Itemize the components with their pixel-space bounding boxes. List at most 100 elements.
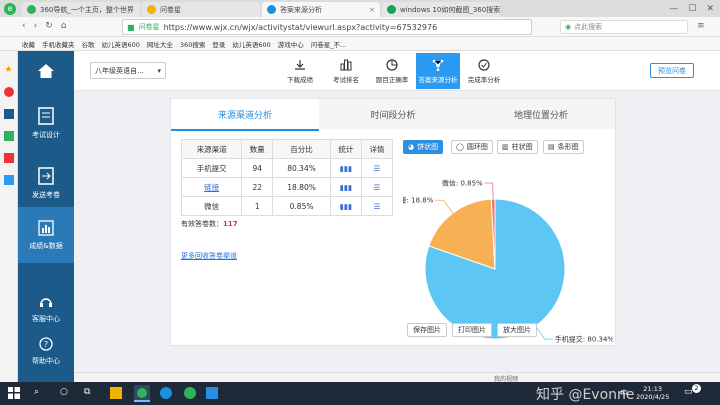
table-row: 微信 1 0.85% ▮▮▮ ☰ <box>180 196 394 216</box>
nav-help-center[interactable]: ? 帮助中心 <box>18 331 74 371</box>
input-language[interactable]: 中 <box>620 388 628 399</box>
more-channels-link[interactable]: 更多回收答卷渠道 <box>181 251 237 261</box>
nav-results-data[interactable]: 成绩&数据 <box>18 207 74 263</box>
stats-chart-icon[interactable]: ▮▮▮ <box>340 202 352 211</box>
details-cell: ☰ <box>360 158 394 178</box>
left-nav: 考试设计 发送考卷 成绩&数据 客服中心 ? 帮助中心 <box>18 51 74 382</box>
home-icon[interactable]: ⌂ <box>61 21 67 31</box>
close-window-icon[interactable]: ✕ <box>706 4 714 14</box>
print-image-button[interactable]: 打印图片 <box>452 323 492 337</box>
search-box[interactable]: ◉ 点此搜索 <box>560 20 688 34</box>
nav-customer-service[interactable]: 客服中心 <box>18 289 74 329</box>
survey-select[interactable]: 八年级英语自... ▾ <box>90 62 166 79</box>
table-row: 手机提交 94 80.34% ▮▮▮ ☰ <box>180 158 394 178</box>
count-cell: 94 <box>241 158 274 178</box>
home-nav-button[interactable] <box>18 51 74 91</box>
bookmark-item[interactable]: 收藏 <box>22 39 35 49</box>
save-image-button[interactable]: 保存图片 <box>407 323 447 337</box>
send-document-icon <box>38 166 54 185</box>
details-list-icon[interactable]: ☰ <box>374 164 381 173</box>
forward-icon[interactable]: › <box>34 21 38 31</box>
tool-question-accuracy[interactable]: 题目正确率 <box>370 53 414 89</box>
taskbar-app-browser[interactable] <box>134 385 150 402</box>
document-edit-icon <box>38 106 54 125</box>
secure-icon: ■ <box>127 22 135 32</box>
tab-location-analysis[interactable]: 地理位置分析 <box>467 99 615 129</box>
bookmark-item[interactable]: 问卷星_不... <box>311 39 346 49</box>
refresh-icon[interactable]: ↻ <box>45 21 53 31</box>
analysis-panel: 来源渠道分析 时间段分析 地理位置分析 来源渠道 数量 百分比 统计 详情 手机… <box>170 98 616 346</box>
stats-cell: ▮▮▮ <box>329 177 362 197</box>
url-bar[interactable]: ■ 问卷星 https://www.wjx.cn/wjx/activitysta… <box>122 19 532 35</box>
back-icon[interactable]: ‹ <box>22 21 26 31</box>
tab-time-analysis[interactable]: 时间段分析 <box>319 99 467 129</box>
tool-exam-ranking[interactable]: 考试排名 <box>324 53 368 89</box>
file-explorer-icon[interactable] <box>110 387 122 399</box>
tab-close-icon[interactable]: × <box>369 6 375 14</box>
tab-favicon-icon <box>147 5 156 14</box>
bookmark-item[interactable]: 幼儿英语600 <box>102 39 140 49</box>
windows-start-icon[interactable] <box>8 387 20 399</box>
pie-label-line <box>484 182 494 200</box>
task-view-icon[interactable]: ⧉ <box>84 387 90 397</box>
table-row: 链接 22 18.80% ▮▮▮ ☰ <box>180 177 394 197</box>
nav-send-exam[interactable]: 发送考卷 <box>18 156 74 210</box>
maximize-icon[interactable]: ☐ <box>688 4 696 14</box>
browser-tab[interactable]: 问卷星 <box>142 2 260 17</box>
details-list-icon[interactable]: ☰ <box>374 183 381 192</box>
tool-answer-source[interactable]: 答案来源分析 <box>416 53 460 89</box>
bookmark-item[interactable]: 手机收藏夹 <box>42 39 75 49</box>
bar-chart-icon <box>38 219 54 236</box>
stats-chart-icon[interactable]: ▮▮▮ <box>340 183 352 192</box>
pct-cell: 80.34% <box>272 158 331 178</box>
edge-icon[interactable] <box>160 387 172 399</box>
menu-icon[interactable]: ≡ <box>697 21 705 31</box>
details-cell: ☰ <box>360 196 394 216</box>
app-icon[interactable] <box>3 131 14 141</box>
stats-chart-icon[interactable]: ▮▮▮ <box>340 164 352 173</box>
chart-type-bar[interactable]: ▤ 条形图 <box>543 140 584 154</box>
tool-download-scores[interactable]: 下载成绩 <box>278 53 322 89</box>
channel-cell: 微信 <box>180 196 243 216</box>
nav-exam-design[interactable]: 考试设计 <box>18 96 74 150</box>
cortana-icon[interactable]: ○ <box>60 387 68 397</box>
notification-badge: 2 <box>692 384 701 393</box>
check-circle-icon <box>478 58 490 71</box>
bookmark-item[interactable]: 网址大全 <box>147 39 173 49</box>
tool-completion-rate[interactable]: 完成率分析 <box>462 53 506 89</box>
weibo-icon[interactable] <box>3 87 14 97</box>
browser-tab[interactable]: 360导航_一个主页，整个世界 <box>22 2 140 17</box>
app-icon[interactable] <box>3 109 14 119</box>
chart-type-ring[interactable]: ◯ 圆环图 <box>451 140 493 154</box>
taskbar-app-icon[interactable] <box>184 387 196 399</box>
clock[interactable]: 21:13 2020/4/25 <box>636 385 669 401</box>
bookmark-item[interactable]: 登录 <box>212 39 225 49</box>
bookmark-item[interactable]: 360搜索 <box>180 39 205 49</box>
star-icon[interactable]: ★ <box>4 65 14 75</box>
chart-type-pie[interactable]: ◕ 饼状图 <box>403 140 444 154</box>
channel-link[interactable]: 链接 <box>204 183 219 192</box>
bookmark-item[interactable]: 游戏中心 <box>278 39 304 49</box>
chart-type-column[interactable]: ▥ 柱状图 <box>497 140 538 154</box>
tab-channel-analysis[interactable]: 来源渠道分析 <box>171 99 319 129</box>
browser-tab[interactable]: windows 10如何截图_360搜索 <box>382 2 500 17</box>
bookmark-item[interactable]: 谷歌 <box>82 39 95 49</box>
channel-table: 来源渠道 数量 百分比 统计 详情 手机提交 94 80.34% ▮▮▮ ☰ 链… <box>180 139 394 216</box>
details-list-icon[interactable]: ☰ <box>374 202 381 211</box>
pie-label-line <box>435 199 454 214</box>
taskbar-app-icon[interactable] <box>206 387 218 399</box>
pie-data-label: 手机提交: 80.34% <box>555 335 613 344</box>
zoom-image-button[interactable]: 放大图片 <box>497 323 537 337</box>
app-icon[interactable] <box>3 175 14 185</box>
col-header: 统计 <box>329 139 362 159</box>
app-icon[interactable] <box>3 153 14 163</box>
minimize-icon[interactable]: — <box>669 4 678 14</box>
ranking-icon <box>340 59 352 70</box>
home-icon <box>38 64 54 78</box>
search-icon[interactable]: ⌕ <box>34 387 39 397</box>
bookmark-item[interactable]: 幼儿英语600 <box>232 39 270 49</box>
col-header: 百分比 <box>272 139 331 159</box>
preview-survey-button[interactable]: 预览问卷 <box>650 63 694 78</box>
browser-tab-active[interactable]: 答案来源分析 × <box>262 2 380 17</box>
stats-cell: ▮▮▮ <box>329 158 362 178</box>
